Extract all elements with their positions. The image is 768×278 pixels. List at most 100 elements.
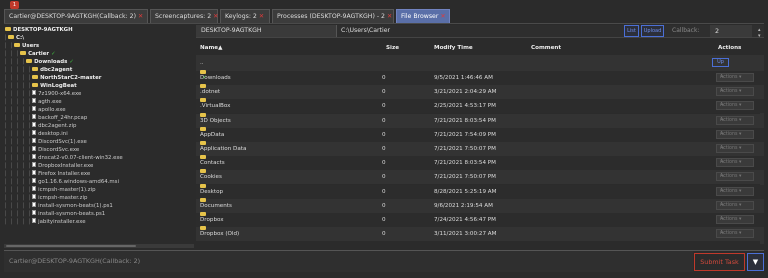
- size-cell: 0: [382, 103, 386, 110]
- path-input[interactable]: C:\Users\Cartier: [336, 25, 620, 37]
- actions-dropdown[interactable]: ✎ Actions ▾: [716, 115, 754, 125]
- callback-input[interactable]: 2: [710, 25, 752, 37]
- list-button[interactable]: List: [624, 25, 639, 37]
- modify-time-cell: 7/21/2021 7:50:07 PM: [434, 174, 497, 181]
- tree-item[interactable]: │ │ │ │ │ 7z1900-x64.exe: [4, 90, 81, 98]
- tree-item[interactable]: │ │ │ │ │ dbc2agent: [4, 66, 72, 74]
- file-icon: [32, 162, 37, 167]
- tree-guides: │ │ │ │ │: [4, 155, 32, 161]
- tree-item[interactable]: │ │ │ │ │ Firefox Installer.exe: [4, 170, 90, 178]
- table-row[interactable]: Cookies 0 7/21/2021 7:50:07 PM ✎ Actions ▾: [196, 169, 764, 185]
- table-row[interactable]: Dropbox 0 7/24/2021 4:56:47 PM ✎ Actions ▾: [196, 212, 764, 227]
- tree-item[interactable]: │ │ │ │ │ apollo.exe: [4, 106, 66, 114]
- tree-item[interactable]: │ │ │ │ │ DiscordSvc(1).exe: [4, 138, 87, 146]
- close-icon[interactable]: ✕: [138, 13, 143, 20]
- tab-screencaptures[interactable]: Screencaptures: 2 ✕: [150, 9, 218, 23]
- tree-item-label: 7z1900-x64.exe: [38, 91, 82, 97]
- tree-item-label: dnscat2-v0.07-client-win32.exe: [38, 155, 123, 161]
- check-icon: ✓: [202, 75, 207, 81]
- tree-item[interactable]: │ │ Users: [4, 42, 39, 50]
- table-row[interactable]: Downloads ✓ 0 9/5/2021 1:46:46 AM ✎ Actions …: [196, 70, 764, 85]
- close-icon[interactable]: ✕: [440, 13, 445, 20]
- column-comment-header[interactable]: Comment: [531, 41, 561, 55]
- table-row[interactable]: AppData 0 7/21/2021 7:54:09 PM ✎ Actions ▾: [196, 126, 764, 142]
- actions-dropdown[interactable]: ✎ Actions ▾: [716, 129, 754, 139]
- tree-item[interactable]: │ │ │ │ Downloads ✓: [4, 58, 74, 66]
- upload-button[interactable]: Upload: [641, 25, 664, 37]
- tab-file-browser[interactable]: File Browser ✕: [396, 9, 450, 23]
- close-icon[interactable]: ✕: [259, 13, 264, 20]
- column-size-header[interactable]: Size: [386, 41, 399, 55]
- table-row[interactable]: Desktop 0 8/28/2021 5:25:19 AM ✎ Actions ▾: [196, 183, 764, 199]
- tree-item[interactable]: │ │ │ │ │ WinLogBeat: [4, 82, 77, 90]
- actions-dropdown[interactable]: ✎ Actions ▾: [716, 229, 754, 239]
- tree-item-label: Downloads: [34, 59, 68, 65]
- tree-item[interactable]: DESKTOP-9AGTKGH: [4, 26, 73, 34]
- modify-time-cell: 8/28/2021 5:25:19 AM: [434, 188, 497, 195]
- tree-item-label: dbc2agent: [40, 67, 73, 73]
- actions-dropdown[interactable]: ✎ Actions ▾: [716, 158, 754, 168]
- table-row[interactable]: Dropbox (Old) 0 3/11/2021 3:00:27 AM ✎ Acti…: [196, 226, 764, 242]
- tree-item[interactable]: │ │ │ │ │ DiscordSvc.exe: [4, 146, 79, 154]
- actions-dropdown[interactable]: ✎ Actions ▾: [716, 73, 754, 82]
- table-row[interactable]: .VirtualBox 0 2/25/2021 4:53:17 PM ✎ Action…: [196, 98, 764, 114]
- tab-callback[interactable]: Cartier@DESKTOP-9AGTKGH(Callback: 2) ✕: [4, 9, 148, 23]
- actions-dropdown[interactable]: ✎ Actions ▾: [716, 215, 754, 224]
- tree-item[interactable]: │ │ │ │ │ icmpsh-master.zip: [4, 194, 87, 202]
- file-name: .dotnet: [200, 89, 221, 96]
- tree-item[interactable]: │ │ │ │ │ NorthStarC2-master: [4, 74, 101, 82]
- actions-dropdown[interactable]: ✎ Actions ▾: [716, 186, 754, 196]
- parent-directory-label[interactable]: ..: [200, 55, 204, 71]
- table-row[interactable]: Application Data 0 7/21/2021 7:50:07 PM ✎ A…: [196, 141, 764, 156]
- tree-item[interactable]: │ │ │ │ │ jabityinstaller.exe: [4, 218, 86, 226]
- submit-task-button[interactable]: Submit Task: [694, 253, 745, 271]
- actions-dropdown[interactable]: ✎ Actions ▾: [716, 101, 754, 111]
- tab-keylogs[interactable]: Keylogs: 2 ✕: [220, 9, 270, 23]
- modify-time-cell: 3/21/2021 2:04:29 AM: [434, 89, 497, 96]
- up-button[interactable]: Up: [712, 58, 729, 67]
- column-name-header[interactable]: Name▲: [200, 41, 222, 55]
- modify-time-cell: 7/21/2021 8:03:54 PM: [434, 160, 497, 167]
- tree-item[interactable]: │ │ │ │ │ DropboxInstaller.exe: [4, 162, 93, 170]
- tree-item[interactable]: │ │ │ │ │ icmpsh-master(1).zip: [4, 186, 96, 194]
- tree-guides: │ │ │ │: [4, 59, 26, 65]
- host-name: DESKTOP-9AGTKGH: [196, 25, 336, 37]
- tree-item[interactable]: │ │ │ │ │ install-sysmon-beats(1).ps1: [4, 202, 113, 210]
- tree-horizontal-scrollbar[interactable]: [4, 244, 194, 248]
- tree-item[interactable]: │ │ │ │ │ agth.exe: [4, 98, 62, 106]
- actions-dropdown[interactable]: ✎ Actions ▾: [716, 87, 754, 97]
- close-icon[interactable]: ✕: [213, 13, 218, 20]
- table-row[interactable]: 3D Objects 0 7/21/2021 8:03:54 PM ✎ Actions…: [196, 112, 764, 128]
- table-row[interactable]: Contacts 0 7/21/2021 8:03:54 PM ✎ Actions ▾: [196, 155, 764, 171]
- size-cell: 0: [382, 174, 386, 181]
- tree-item[interactable]: │ │ │ │ │ dbc2agent.zip: [4, 122, 76, 130]
- table-row[interactable]: Documents 0 9/6/2021 2:19:54 AM ✎ Actions ▾: [196, 197, 764, 213]
- filter-icon[interactable]: ▼: [747, 253, 764, 271]
- actions-dropdown[interactable]: ✎ Actions ▾: [716, 200, 754, 210]
- column-modify-header[interactable]: Modify Time: [434, 41, 473, 55]
- stepper-icon[interactable]: ▴ ▾: [758, 27, 761, 39]
- scrollbar-thumb[interactable]: [6, 245, 136, 247]
- tree-item[interactable]: │ │ │ Cartier ✓: [4, 50, 56, 58]
- tree-item[interactable]: │ │ │ │ │ go1.16.6.windows-amd64.msi: [4, 178, 119, 186]
- parent-directory-row[interactable]: .. Up: [196, 55, 764, 71]
- actions-dropdown[interactable]: ✎ Actions ▾: [716, 144, 754, 153]
- tree-item-label: icmpsh-master(1).zip: [38, 187, 96, 193]
- command-input[interactable]: Cartier@DESKTOP-9AGTKGH(Callback: 2): [4, 251, 693, 272]
- close-icon[interactable]: ✕: [387, 13, 392, 20]
- tree-item-label: agth.exe: [38, 99, 62, 105]
- file-icon: [32, 210, 37, 215]
- modify-time-cell: 3/11/2021 3:00:27 AM: [434, 231, 497, 238]
- tab-processes[interactable]: Processes (DESKTOP-9AGTKGH) - 2 ✕: [272, 9, 394, 23]
- actions-label: Actions ▾: [720, 160, 742, 166]
- tree-item[interactable]: │ │ │ │ │ install-sysmon-beats.ps1: [4, 210, 105, 218]
- actions-dropdown[interactable]: ✎ Actions ▾: [716, 172, 754, 182]
- modify-time-cell: 7/24/2021 4:56:47 PM: [434, 217, 497, 223]
- tree-item[interactable]: │ │ │ │ │ desktop.ini: [4, 130, 68, 138]
- table-row[interactable]: .dotnet 0 3/21/2021 2:04:29 AM ✎ Actions ▾: [196, 84, 764, 100]
- tree-guides: │ │ │ │ │: [4, 91, 32, 97]
- tree-item[interactable]: │ │ │ │ │ dnscat2-v0.07-client-win32.exe: [4, 154, 123, 162]
- tree-item[interactable]: │ │ │ │ │ backoff_24hr.pcap: [4, 114, 87, 122]
- tree-item[interactable]: │ C:\: [4, 34, 24, 42]
- tree-item-label: DiscordSvc.exe: [38, 147, 80, 153]
